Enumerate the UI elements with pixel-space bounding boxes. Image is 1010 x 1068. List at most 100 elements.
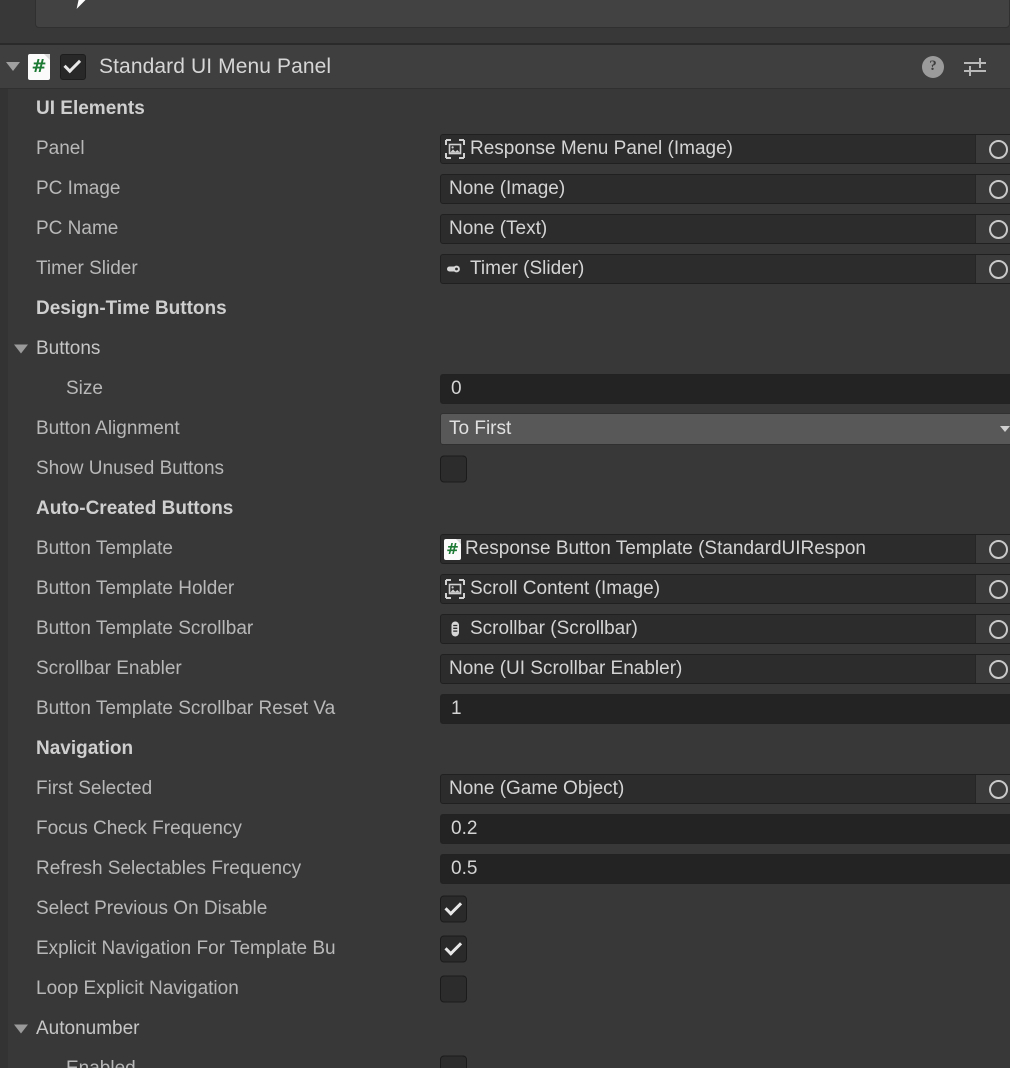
object-reference-value: None (Game Object) <box>449 778 625 799</box>
object-picker-icon[interactable] <box>975 255 1010 283</box>
object-reference-value: None (Text) <box>449 218 548 239</box>
property-label: Button Template Scrollbar Reset Va <box>36 698 336 719</box>
property-label: Show Unused Buttons <box>36 458 225 479</box>
object-reference-value: None (Image) <box>449 178 566 199</box>
object-picker-icon[interactable] <box>975 575 1010 603</box>
chevron-down-icon <box>1000 426 1010 432</box>
check-icon <box>443 938 462 956</box>
object-picker-icon[interactable] <box>975 615 1010 643</box>
property-row: Focus Check Frequency 0.2 <box>0 809 1010 849</box>
property-row: First Selected None (Game Object) <box>0 769 1010 809</box>
object-picker-icon[interactable] <box>975 135 1010 163</box>
section-header-row: UI Elements <box>0 89 1010 129</box>
previous-component-box <box>35 0 1010 28</box>
property-row: Show Unused Buttons <box>0 449 1010 489</box>
picker-circle-icon <box>989 619 1008 639</box>
component-header[interactable]: # Standard UI Menu Panel ? <box>0 45 1010 89</box>
object-reference-field[interactable]: # Response Button Template (StandardUIRes… <box>440 534 1010 564</box>
property-row: Button Template Scrollbar Scrollbar (Scro… <box>0 609 1010 649</box>
property-row: Select Previous On Disable <box>0 889 1010 929</box>
preset-sliders-icon[interactable] <box>962 56 988 78</box>
dropdown-select[interactable]: To First <box>440 413 1010 445</box>
property-row: PC Name None (Text) <box>0 209 1010 249</box>
property-label: Button Template <box>36 538 173 559</box>
property-row: Button Template Scrollbar Reset Va 1 <box>0 689 1010 729</box>
section-header-label: Design-Time Buttons <box>36 298 227 319</box>
property-label: Focus Check Frequency <box>36 818 242 839</box>
object-reference-field[interactable]: None (Text) <box>440 214 1010 244</box>
number-input[interactable]: 0.5 <box>440 854 1010 884</box>
object-picker-icon[interactable] <box>975 175 1010 203</box>
property-row: Panel Response Menu Panel (Image) <box>0 129 1010 169</box>
checkbox-toggle[interactable] <box>440 935 467 963</box>
property-label: Button Template Scrollbar <box>36 618 254 639</box>
property-label: Buttons <box>36 338 101 359</box>
property-label: PC Image <box>36 178 121 199</box>
object-picker-icon[interactable] <box>975 535 1010 563</box>
picker-circle-icon <box>989 179 1008 199</box>
object-reference-field[interactable]: Timer (Slider) <box>440 254 1010 284</box>
object-picker-icon[interactable] <box>975 655 1010 683</box>
scrollbar-icon <box>444 618 466 640</box>
object-picker-icon[interactable] <box>975 775 1010 803</box>
slider-icon <box>444 258 466 280</box>
previous-component-partial <box>0 0 1010 44</box>
object-reference-value: Scrollbar (Scrollbar) <box>470 618 638 639</box>
picker-circle-icon <box>989 579 1008 599</box>
foldout-row: Autonumber <box>0 1009 1010 1049</box>
object-reference-value: Timer (Slider) <box>470 258 585 279</box>
section-header-label: UI Elements <box>36 98 145 119</box>
object-reference-field[interactable]: Scrollbar (Scrollbar) <box>440 614 1010 644</box>
foldout-row: Buttons <box>0 329 1010 369</box>
triangle-down-icon[interactable] <box>14 1024 28 1034</box>
object-reference-value: None (UI Scrollbar Enabler) <box>449 658 683 679</box>
help-icon[interactable]: ? <box>922 55 944 78</box>
number-input[interactable]: 0 <box>440 374 1010 404</box>
property-row: Button Template Holder Scroll Content (Im… <box>0 569 1010 609</box>
csharp-script-icon: # <box>444 538 461 560</box>
property-label: First Selected <box>36 778 153 799</box>
object-picker-icon[interactable] <box>975 215 1010 243</box>
object-reference-field[interactable]: None (Image) <box>440 174 1010 204</box>
component-foldout-toggle[interactable] <box>0 62 26 71</box>
property-label: Panel <box>36 138 85 159</box>
checkbox-toggle[interactable] <box>440 455 467 483</box>
triangle-down-icon[interactable] <box>14 344 28 354</box>
property-label: PC Name <box>36 218 119 239</box>
section-header-row: Design-Time Buttons <box>0 289 1010 329</box>
section-header-row: Navigation <box>0 729 1010 769</box>
property-label: Autonumber <box>36 1018 140 1039</box>
property-row: Loop Explicit Navigation <box>0 969 1010 1009</box>
property-label: Refresh Selectables Frequency <box>36 858 302 879</box>
number-input-value: 0 <box>451 378 462 399</box>
property-label: Select Previous On Disable <box>36 898 268 919</box>
property-label: Button Alignment <box>36 418 180 439</box>
object-reference-value: Response Menu Panel (Image) <box>470 138 733 159</box>
number-input[interactable]: 0.2 <box>440 814 1010 844</box>
checkbox-toggle[interactable] <box>440 975 467 1003</box>
object-reference-field[interactable]: None (UI Scrollbar Enabler) <box>440 654 1010 684</box>
object-reference-field[interactable]: Scroll Content (Image) <box>440 574 1010 604</box>
number-input-value: 1 <box>451 698 462 719</box>
inspector-body: UI Elements Panel Response Menu Panel (Ima… <box>0 89 1010 1068</box>
property-row: Enabled <box>0 1049 1010 1068</box>
component-enabled-checkbox[interactable] <box>60 53 86 80</box>
property-row: Explicit Navigation For Template Bu <box>0 929 1010 969</box>
property-row: Timer Slider Timer (Slider) <box>0 249 1010 289</box>
picker-circle-icon <box>989 219 1008 239</box>
checkbox-toggle[interactable] <box>440 1055 467 1068</box>
property-row: Size 0 <box>0 369 1010 409</box>
page-title: Standard UI Menu Panel <box>99 54 332 78</box>
check-icon <box>63 55 82 74</box>
object-reference-field[interactable]: Response Menu Panel (Image) <box>440 134 1010 164</box>
previous-component-gutter <box>0 0 35 44</box>
number-input[interactable]: 1 <box>440 694 1010 724</box>
checkbox-toggle[interactable] <box>440 895 467 923</box>
section-header-label: Auto-Created Buttons <box>36 498 234 519</box>
section-header-label: Navigation <box>36 738 134 759</box>
property-label: Button Template Holder <box>36 578 235 599</box>
triangle-down-icon <box>6 62 20 71</box>
image-sprite-icon <box>444 138 466 160</box>
object-reference-field[interactable]: None (Game Object) <box>440 774 1010 804</box>
check-icon <box>443 898 462 916</box>
